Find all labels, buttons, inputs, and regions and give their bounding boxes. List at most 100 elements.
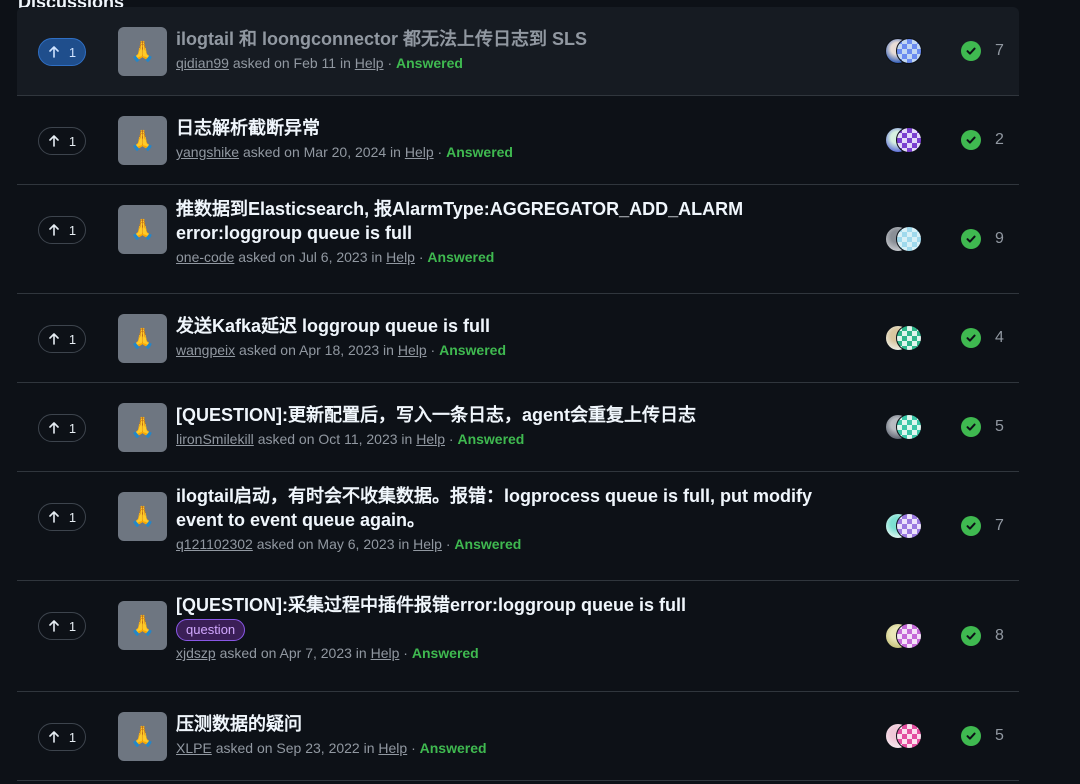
comment-count: 5 [995, 727, 1004, 744]
discussion-title[interactable]: 日志解析截断异常 [176, 116, 856, 140]
avatar[interactable] [896, 325, 922, 351]
answered-status: Answered [396, 55, 463, 71]
answered-comment-count[interactable]: 4 [961, 328, 1004, 348]
category-emoji-icon[interactable]: 🙏 [118, 492, 167, 541]
category-link[interactable]: Help [398, 342, 427, 358]
participant-avatars[interactable] [885, 127, 925, 153]
discussion-title[interactable]: [QUESTION]:更新配置后，写入一条日志，agent会重复上传日志 [176, 403, 856, 427]
participant-avatars[interactable] [885, 513, 925, 539]
avatar[interactable] [896, 723, 922, 749]
upvote-button[interactable]: 1 [38, 503, 86, 531]
asked-time: asked on Jul 6, 2023 in [238, 249, 383, 265]
avatar[interactable] [896, 414, 922, 440]
upvote-button[interactable]: 1 [38, 414, 86, 442]
author-link[interactable]: yangshike [176, 144, 239, 160]
answered-comment-count[interactable]: 8 [961, 626, 1004, 646]
avatar[interactable] [896, 127, 922, 153]
category-link[interactable]: Help [405, 144, 434, 160]
category-link[interactable]: Help [386, 249, 415, 265]
discussion-content: ilogtail启动，有时会不收集数据。报错：logprocess queue … [176, 484, 856, 554]
upvote-button[interactable]: 1 [38, 723, 86, 751]
category-link[interactable]: Help [371, 645, 400, 661]
category-emoji-icon[interactable]: 🙏 [118, 712, 167, 761]
category-link[interactable]: Help [355, 55, 384, 71]
discussion-row[interactable]: 1 🙏 推数据到Elasticsearch, 报AlarmType:AGGREGAT… [17, 185, 1019, 294]
participant-avatars[interactable] [885, 38, 925, 64]
answered-comment-count[interactable]: 7 [961, 41, 1004, 61]
upvote-button[interactable]: 1 [38, 612, 86, 640]
avatar[interactable] [896, 623, 922, 649]
participant-avatars[interactable] [885, 623, 925, 649]
discussion-row[interactable]: 1 🙏 发送Kafka延迟 loggroup queue is full wangpe… [17, 294, 1019, 383]
answered-status: Answered [446, 144, 513, 160]
upvote-count: 1 [68, 222, 77, 238]
participant-avatars[interactable] [885, 226, 925, 252]
check-circle-icon [961, 626, 981, 646]
participant-avatars[interactable] [885, 325, 925, 351]
category-link[interactable]: Help [413, 536, 442, 552]
arrow-up-icon [49, 620, 59, 632]
discussion-title[interactable]: 发送Kafka延迟 loggroup queue is full [176, 314, 856, 338]
discussion-content: 日志解析截断异常 yangshike asked on Mar 20, 2024 … [176, 116, 856, 162]
participant-avatars[interactable] [885, 414, 925, 440]
discussion-row[interactable]: 1 🙏 压测数据的疑问 XLPE asked on Sep 23, 2022 in H… [17, 692, 1019, 781]
category-emoji-icon[interactable]: 🙏 [118, 403, 167, 452]
arrow-up-icon [49, 333, 59, 345]
separator-dot: · [387, 55, 393, 71]
answered-comment-count[interactable]: 5 [961, 726, 1004, 746]
answered-comment-count[interactable]: 5 [961, 417, 1004, 437]
answered-status: Answered [411, 645, 479, 661]
discussion-title[interactable]: [QUESTION]:采集过程中插件报错error:loggroup queue… [176, 593, 856, 617]
discussion-meta: xjdszp asked on Apr 7, 2023 in Help · An… [176, 643, 856, 663]
avatar[interactable] [896, 38, 922, 64]
discussion-row[interactable]: 1 🙏 [QUESTION]:更新配置后，写入一条日志，agent会重复上传日志 li… [17, 383, 1019, 472]
category-emoji-icon[interactable]: 🙏 [118, 314, 167, 363]
discussion-title[interactable]: 推数据到Elasticsearch, 报AlarmType:AGGREGATOR… [176, 197, 856, 245]
avatar[interactable] [896, 513, 922, 539]
discussion-title[interactable]: ilogtail 和 loongconnector 都无法上传日志到 SLS [176, 27, 856, 51]
author-link[interactable]: one-code [176, 249, 234, 265]
author-link[interactable]: wangpeix [176, 342, 235, 358]
check-circle-icon [961, 41, 981, 61]
upvote-count: 1 [68, 44, 77, 60]
upvote-button[interactable]: 1 [38, 325, 86, 353]
discussion-content: [QUESTION]:采集过程中插件报错error:loggroup queue… [176, 593, 856, 663]
discussion-title[interactable]: 压测数据的疑问 [176, 712, 856, 736]
author-link[interactable]: q121102302 [176, 536, 253, 552]
author-link[interactable]: qidian99 [176, 55, 229, 71]
upvote-button[interactable]: 1 [38, 38, 86, 66]
upvote-button[interactable]: 1 [38, 127, 86, 155]
category-emoji-icon[interactable]: 🙏 [118, 601, 167, 650]
separator-dot: · [437, 144, 443, 160]
asked-time: asked on Apr 18, 2023 in [239, 342, 394, 358]
answered-comment-count[interactable]: 7 [961, 516, 1004, 536]
category-emoji-icon[interactable]: 🙏 [118, 116, 167, 165]
answered-status: Answered [457, 431, 525, 447]
discussion-row[interactable]: 1 🙏 [QUESTION]:采集过程中插件报错error:loggroup que… [17, 581, 1019, 692]
discussion-row[interactable]: 1 🙏 ilogtail启动，有时会不收集数据。报错：logprocess queu… [17, 472, 1019, 581]
participant-avatars[interactable] [885, 723, 925, 749]
check-circle-icon [961, 130, 981, 150]
category-link[interactable]: Help [378, 740, 407, 756]
answered-comment-count[interactable]: 2 [961, 130, 1004, 150]
discussion-meta: wangpeix asked on Apr 18, 2023 in Help ·… [176, 340, 856, 360]
discussion-meta: lironSmilekill asked on Oct 11, 2023 in … [176, 429, 856, 449]
category-emoji-icon[interactable]: 🙏 [118, 205, 167, 254]
avatar[interactable] [896, 226, 922, 252]
discussion-meta: qidian99 asked on Feb 11 in Help · Answe… [176, 53, 856, 73]
check-circle-icon [961, 229, 981, 249]
author-link[interactable]: xjdszp [176, 645, 216, 661]
comment-count: 7 [995, 517, 1004, 534]
discussion-row[interactable]: 1 🙏 日志解析截断异常 yangshike asked on Mar 20, 202… [17, 96, 1019, 185]
author-link[interactable]: XLPE [176, 740, 212, 756]
category-link[interactable]: Help [416, 431, 445, 447]
category-emoji-icon[interactable]: 🙏 [118, 27, 167, 76]
upvote-button[interactable]: 1 [38, 216, 86, 244]
answered-comment-count[interactable]: 9 [961, 229, 1004, 249]
question-label-badge[interactable]: question [176, 619, 246, 641]
separator-dot: · [403, 645, 408, 661]
discussion-title[interactable]: ilogtail启动，有时会不收集数据。报错：logprocess queue … [176, 484, 856, 532]
author-link[interactable]: lironSmilekill [176, 431, 254, 447]
discussion-row[interactable]: 1 🙏 ilogtail 和 loongconnector 都无法上传日志到 SLS… [17, 7, 1019, 96]
arrow-up-icon [49, 511, 59, 523]
